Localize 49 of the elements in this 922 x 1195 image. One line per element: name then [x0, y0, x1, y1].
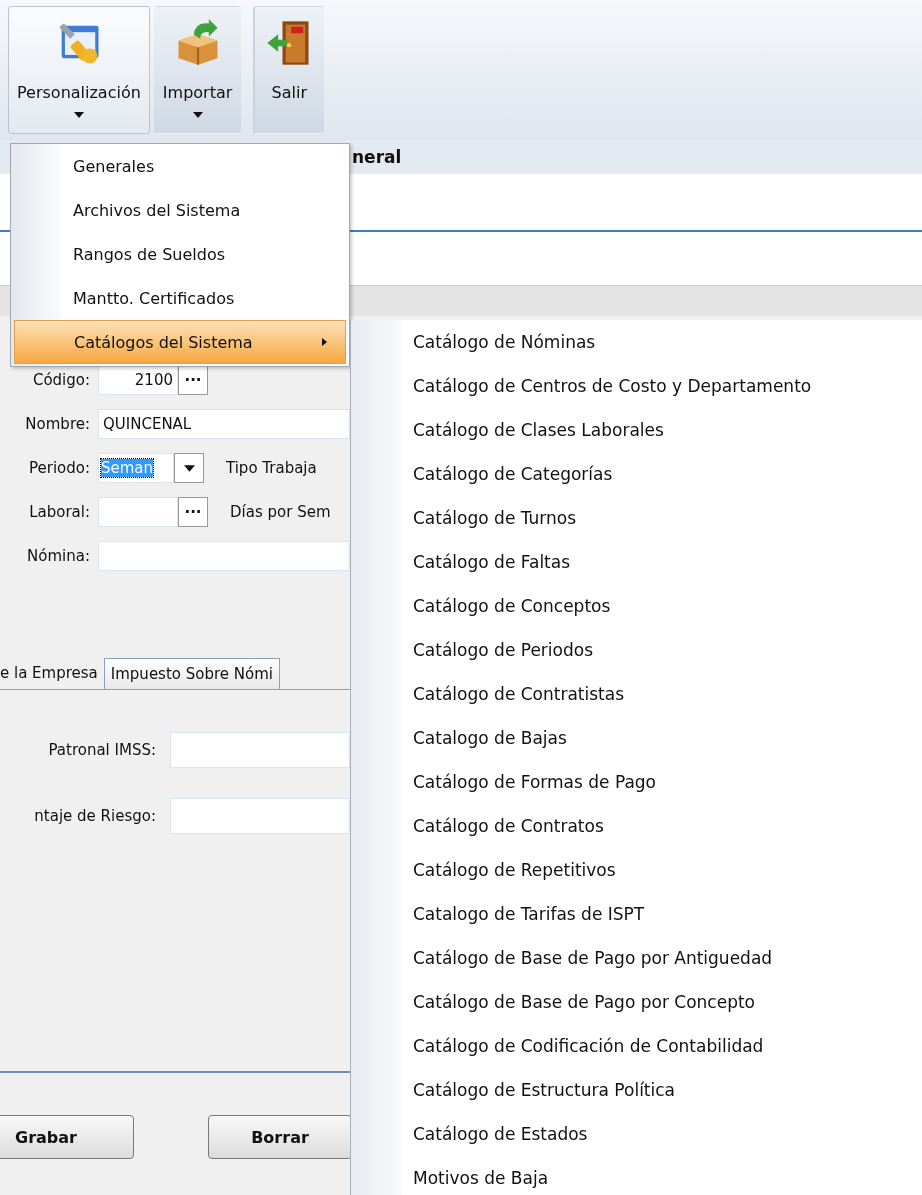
menu-item[interactable]: Catálogo de Nóminas — [351, 320, 922, 364]
menu-item[interactable]: Catálogo de Categorías — [351, 452, 922, 496]
form-button[interactable]: Grabar — [0, 1115, 134, 1159]
field-label: Tipo Trabaja — [226, 459, 317, 477]
menu-item[interactable]: Catálogo de Contratistas — [351, 672, 922, 716]
menu-item[interactable]: Catálogo de Periodos — [351, 628, 922, 672]
input-field[interactable] — [170, 798, 350, 834]
field-label: Patronal IMSS: — [47, 741, 156, 759]
menu-item[interactable]: Mantto. Certificados — [11, 276, 349, 320]
group-label: neral — [352, 147, 402, 167]
input-field[interactable] — [98, 541, 350, 571]
form-button[interactable]: Borrar — [208, 1115, 350, 1159]
menu-item[interactable]: Catálogo de Contratos — [351, 804, 922, 848]
menu-item[interactable]: Catálogos del Sistema — [14, 320, 346, 364]
menu-item[interactable]: Catalogo de Tarifas de ISPT — [351, 892, 922, 936]
menu-item[interactable]: Catálogo de Base de Pago por Antiguedad — [351, 936, 922, 980]
ribbon-button[interactable]: Salir — [253, 6, 325, 134]
menu-item[interactable]: Catálogo de Codificación de Contabilidad — [351, 1024, 922, 1068]
field-label: Laboral: — [28, 503, 90, 521]
ribbon-button[interactable]: Importar — [153, 6, 242, 134]
menu-item[interactable]: Catálogo de Clases Laborales — [351, 408, 922, 452]
field-label: Periodo: — [28, 459, 90, 477]
menu-item[interactable]: Catálogo de Centros de Costo y Departamento — [351, 364, 922, 408]
field-label: Días por Sem — [230, 503, 331, 521]
field-label: Código: — [31, 371, 90, 389]
menu-item[interactable]: Catálogo de Conceptos — [351, 584, 922, 628]
caret-icon — [183, 464, 195, 472]
menu-item[interactable]: Catalogo de Bajas — [351, 716, 922, 760]
field-label: ntaje de Riesgo: — [33, 807, 156, 825]
menu-item[interactable]: Catálogo de Base de Pago por Concepto — [351, 980, 922, 1024]
input-field[interactable]: 2100 — [98, 365, 178, 395]
lookup-button[interactable]: ··· — [178, 365, 208, 395]
dropdown-button[interactable] — [174, 453, 204, 483]
menu-item[interactable]: Catálogo de Faltas — [351, 540, 922, 584]
input-field[interactable] — [98, 497, 178, 527]
input-field[interactable]: QUINCENAL — [98, 409, 350, 439]
ribbon-button[interactable]: Personalización — [8, 6, 150, 134]
field-label: Nombre: — [24, 415, 90, 433]
menu-item[interactable]: Catálogo de Turnos — [351, 496, 922, 540]
menu-item[interactable]: Generales — [11, 144, 349, 188]
menu-item[interactable]: Motivos de Baja — [351, 1156, 922, 1195]
menu-item[interactable]: Catálogo de Estados — [351, 1112, 922, 1156]
menu-item[interactable]: Catálogo de Repetitivos — [351, 848, 922, 892]
menu-item[interactable]: Catálogo de Formas de Pago — [351, 760, 922, 804]
menu-item[interactable]: Catálogo de Estructura Política — [351, 1068, 922, 1112]
tab[interactable]: Impuesto Sobre Nómi — [103, 658, 280, 689]
input-field[interactable] — [170, 732, 350, 768]
field-label: Nómina: — [26, 547, 90, 565]
lookup-button[interactable]: ··· — [178, 497, 208, 527]
